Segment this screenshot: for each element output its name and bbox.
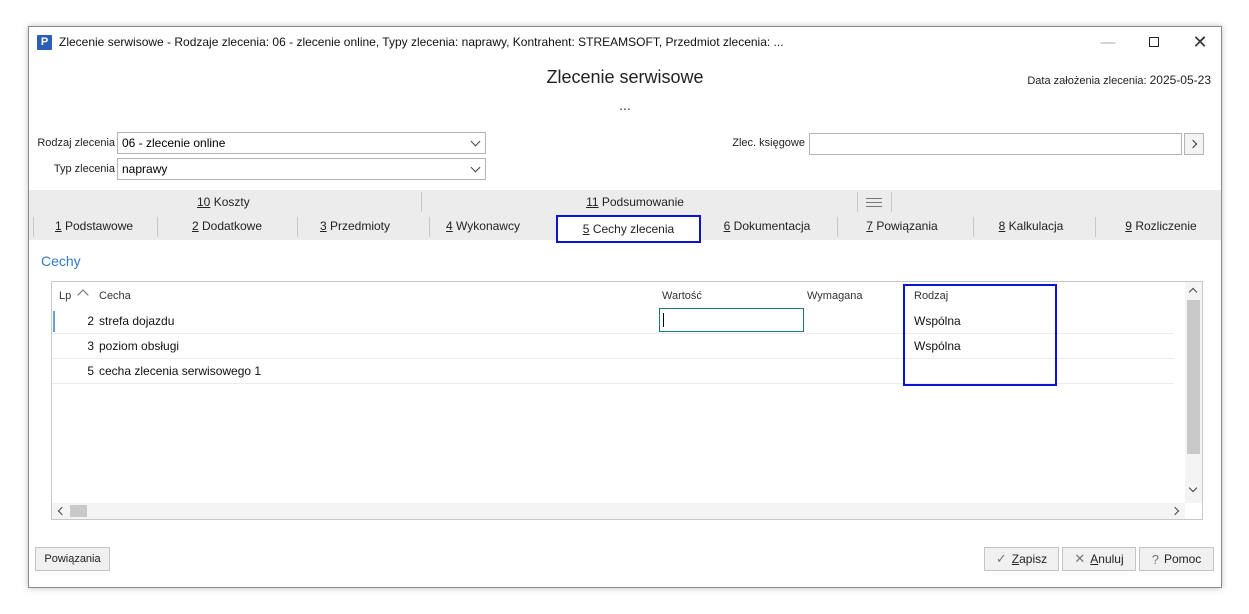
value-edit-input[interactable]: [659, 308, 804, 332]
tab-cechy-zlecenia-label: 5 Cechy zlecenia: [582, 222, 675, 236]
rodzaj-column-highlight: [903, 284, 1057, 386]
column-header-cecha[interactable]: Cecha: [99, 290, 131, 302]
tab-divider: [297, 217, 298, 237]
tab-kalkulacja[interactable]: 8 Kalkulacja: [981, 219, 1081, 233]
window-title: Zlecenie serwisowe - Rodzaje zlecenia: 0…: [59, 35, 784, 49]
order-kind-value: 06 - zlecenie online: [122, 136, 226, 150]
chevron-down-icon: [470, 162, 481, 173]
minimize-button[interactable]: —: [1085, 27, 1131, 57]
chevron-down-icon: [470, 136, 481, 147]
order-type-value: naprawy: [122, 162, 168, 176]
cell-cecha: cecha zlecenia serwisowego 1: [99, 364, 262, 378]
tab-divider: [973, 217, 974, 237]
scroll-left-icon[interactable]: [57, 506, 67, 516]
chevron-right-icon: [1188, 139, 1198, 149]
order-type-label: Typ zlecenia: [53, 163, 115, 175]
tab-podsumowanie[interactable]: 11 Podsumowanie: [585, 195, 685, 209]
dialog-window: P Zlecenie serwisowe - Rodzaje zlecenia:…: [28, 26, 1222, 588]
ledger-order-label: Zlec. księgowe: [732, 137, 805, 149]
close-button[interactable]: ✕: [1177, 27, 1223, 57]
maximize-button[interactable]: [1131, 27, 1177, 57]
tab-koszty[interactable]: 10 Koszty: [197, 195, 250, 209]
scroll-up-icon[interactable]: [1188, 287, 1198, 297]
tab-divider: [891, 192, 892, 212]
tab-przedmioty[interactable]: 3 Przedmioty: [305, 219, 405, 233]
help-icon: ?: [1151, 551, 1159, 567]
cancel-button[interactable]: ✕ Anuluj: [1062, 547, 1136, 571]
section-title: Cechy: [41, 253, 81, 269]
creation-date-value: 2025-05-23: [1149, 73, 1211, 87]
title-bar: P Zlecenie serwisowe - Rodzaje zlecenia:…: [29, 27, 1221, 57]
column-header-lp[interactable]: Lp: [59, 290, 71, 302]
cell-cecha: strefa dojazdu: [99, 314, 175, 328]
horizontal-scrollbar[interactable]: [52, 503, 1185, 519]
order-kind-select[interactable]: 06 - zlecenie online: [117, 132, 486, 154]
close-icon: ✕: [1192, 31, 1208, 52]
relations-button[interactable]: Powiązania: [35, 547, 110, 571]
save-button[interactable]: ✓ Zapisz: [984, 547, 1059, 571]
cancel-button-label: Anuluj: [1090, 552, 1124, 566]
page-subtitle: ...: [619, 97, 631, 113]
cell-lp: 5: [87, 364, 94, 378]
tab-dodatkowe[interactable]: 2 Dodatkowe: [177, 219, 277, 233]
tab-wykonawcy[interactable]: 4 Wykonawcy: [433, 219, 533, 233]
tab-podstawowe[interactable]: 1 Podstawowe: [49, 219, 139, 233]
scroll-down-icon[interactable]: [1188, 483, 1198, 493]
close-icon: ✕: [1074, 551, 1086, 566]
tab-divider: [1095, 217, 1096, 237]
cell-lp: 2: [87, 314, 94, 328]
ledger-order-select-button[interactable]: [1184, 133, 1204, 155]
creation-date: Data założenia zlecenia: 2025-05-23: [1027, 73, 1211, 87]
scroll-right-icon[interactable]: [1170, 506, 1180, 516]
app-icon: P: [37, 35, 52, 50]
creation-date-label: Data założenia zlecenia:: [1027, 75, 1147, 87]
ledger-order-input[interactable]: [809, 133, 1182, 155]
tab-divider: [837, 217, 838, 237]
order-kind-label: Rodzaj zlecenia: [37, 137, 115, 149]
column-header-wymagana[interactable]: Wymagana: [807, 290, 863, 302]
vertical-scroll-thumb[interactable]: [1187, 300, 1200, 454]
order-type-select[interactable]: naprawy: [117, 158, 486, 180]
save-button-label: Zapisz: [1011, 552, 1048, 566]
help-button[interactable]: ? Pomoc: [1139, 547, 1214, 571]
vertical-scrollbar[interactable]: [1185, 282, 1202, 503]
help-button-label: Pomoc: [1163, 552, 1202, 566]
horizontal-scroll-thumb[interactable]: [70, 505, 87, 517]
column-header-wartosc[interactable]: Wartość: [662, 290, 702, 302]
current-row-marker: [53, 311, 55, 332]
tab-divider: [421, 192, 422, 212]
text-cursor: [663, 313, 664, 327]
checkmark-icon: ✓: [995, 551, 1007, 566]
tab-cechy-zlecenia[interactable]: 5 Cechy zlecenia: [556, 215, 701, 243]
tab-rozliczenie[interactable]: 9 Rozliczenie: [1111, 219, 1211, 233]
minimize-icon: —: [1100, 33, 1116, 51]
tab-divider: [157, 217, 158, 237]
tab-dokumentacja[interactable]: 6 Dokumentacja: [705, 219, 829, 233]
maximize-icon: [1149, 37, 1159, 47]
features-grid: Lp Cecha Wartość Wymagana Rodzaj 2 stref…: [51, 281, 1203, 520]
tab-divider: [857, 192, 858, 212]
menu-icon[interactable]: [863, 195, 885, 211]
tab-powiazania[interactable]: 7 Powiązania: [847, 219, 957, 233]
cell-cecha: poziom obsługi: [99, 339, 180, 353]
tab-divider: [33, 217, 34, 237]
cell-lp: 3: [87, 339, 94, 353]
sort-ascending-icon: [77, 289, 89, 301]
tab-divider: [429, 217, 430, 237]
